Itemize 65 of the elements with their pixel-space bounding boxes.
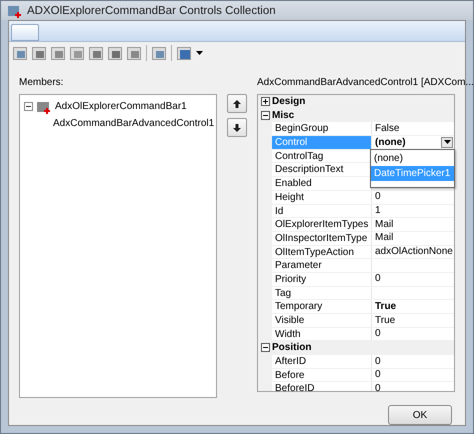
property-name[interactable]: DescriptionText	[272, 163, 371, 176]
property-value[interactable]: True	[375, 314, 396, 328]
property-name[interactable]: Before	[272, 368, 371, 382]
property-value[interactable]: 1	[375, 204, 381, 218]
collapse-icon[interactable]	[260, 343, 270, 352]
property-value[interactable]: (none)	[375, 136, 406, 150]
caret-icon[interactable]	[196, 50, 203, 56]
toolbar-icon[interactable]	[89, 46, 103, 60]
property-name[interactable]: OlInspectorItemType	[272, 232, 371, 245]
property-name[interactable]: OlItemTypeAction	[272, 246, 371, 258]
property-value[interactable]: Mail	[375, 218, 394, 232]
property-value[interactable]: True	[375, 300, 396, 314]
property-name[interactable]: ControlTag	[272, 150, 371, 162]
toolbar-icon[interactable]	[51, 46, 65, 60]
move-up-button[interactable]	[227, 94, 247, 113]
dropdown-button[interactable]	[441, 136, 453, 148]
collapse-icon[interactable]	[24, 102, 33, 111]
property-name[interactable]: Enabled	[272, 177, 371, 190]
commandbar-icon	[36, 100, 52, 114]
tree-item[interactable]: AdxCommandBarAdvancedControl1	[53, 118, 214, 129]
expand-icon[interactable]	[260, 96, 270, 106]
dropdown-option[interactable]: (none)	[371, 151, 454, 166]
property-name[interactable]: BeginGroup	[272, 122, 371, 136]
property-value[interactable]: 0	[375, 272, 381, 286]
property-name[interactable]: Id	[272, 204, 371, 218]
property-name[interactable]: AfterID	[272, 355, 371, 368]
arrow-down-icon	[233, 124, 241, 132]
property-name[interactable]: Width	[272, 328, 371, 340]
toolbar-icon[interactable]	[108, 46, 122, 60]
property-name[interactable]: OlExplorerItemTypes	[272, 218, 371, 231]
properties-title: AdxCommandBarAdvancedControl1 [ADXCom...	[257, 77, 474, 90]
members-label: Members:	[19, 77, 64, 90]
toolbar-icon[interactable]	[70, 46, 84, 60]
property-value[interactable]: 0	[375, 368, 381, 382]
property-value[interactable]: Mail	[375, 231, 394, 246]
property-name[interactable]: Tag	[272, 286, 371, 300]
property-value[interactable]: 0	[375, 190, 381, 204]
category-label: Design	[272, 95, 306, 108]
category-label: Misc	[272, 108, 294, 122]
window-title: ADXOlExplorerCommandBar Controls Collection	[27, 4, 276, 16]
property-value[interactable]: 0	[375, 327, 381, 341]
arrow-up-icon	[233, 100, 241, 108]
property-name[interactable]: Temporary	[272, 300, 371, 313]
property-name[interactable]: Parameter	[272, 259, 371, 272]
category-label: Position	[272, 341, 312, 354]
toolbar-icon[interactable]	[13, 46, 27, 60]
toolbar-icon[interactable]	[152, 46, 166, 60]
property-value[interactable]: adxOlActionNone	[375, 245, 453, 259]
app-icon	[7, 4, 23, 18]
collapse-icon[interactable]	[260, 110, 270, 120]
property-value[interactable]: 0	[375, 354, 381, 368]
property-value[interactable]: False	[375, 122, 400, 136]
toolbar-icon[interactable]	[32, 46, 46, 60]
toolbar-icon[interactable]	[127, 46, 141, 60]
toolbar-icon[interactable]	[177, 46, 191, 60]
property-name[interactable]: Visible	[272, 314, 371, 327]
property-name[interactable]: Height	[272, 190, 371, 204]
move-down-button[interactable]	[227, 118, 247, 137]
tree-item[interactable]: AdxOlExplorerCommandBar1	[55, 101, 187, 112]
caret-icon	[444, 140, 450, 144]
property-name[interactable]: BeforeID	[272, 382, 371, 396]
property-name[interactable]: Priority	[272, 272, 371, 286]
property-value[interactable]: 0	[375, 382, 381, 396]
toolbar-tab[interactable]	[11, 24, 39, 41]
ok-button[interactable]: OK	[388, 405, 452, 425]
